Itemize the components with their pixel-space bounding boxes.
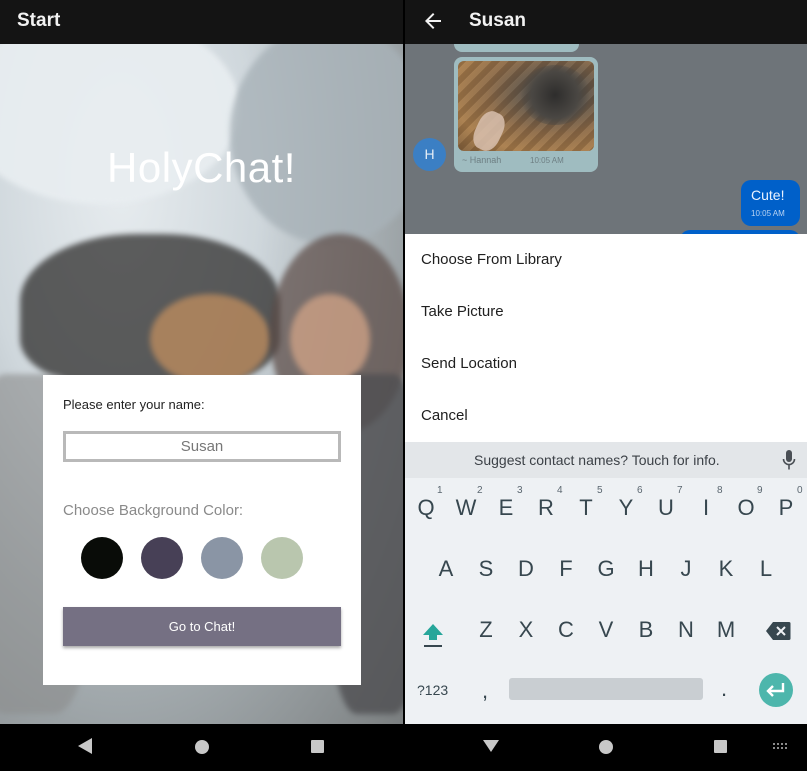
key-hint-1: 1 xyxy=(437,485,443,496)
suggestion-text[interactable]: Suggest contact names? Touch for info. xyxy=(474,452,720,468)
chat-screen: Susan ~ Hannah 10:05 AM H Cute! 10:05 AM… xyxy=(405,0,807,771)
name-label: Please enter your name: xyxy=(63,397,205,412)
key-i[interactable]: I xyxy=(691,495,721,521)
name-input[interactable] xyxy=(63,431,341,462)
key-s[interactable]: S xyxy=(471,556,501,582)
key-n[interactable]: N xyxy=(671,617,701,643)
key-y[interactable]: Y xyxy=(611,495,641,521)
key-hint-6: 6 xyxy=(637,485,643,496)
key-x[interactable]: X xyxy=(511,617,541,643)
keyboard-switch-icon[interactable] xyxy=(773,743,789,751)
soft-keyboard: Suggest contact names? Touch for info. Q… xyxy=(405,442,807,724)
key-hint-9: 9 xyxy=(757,485,763,496)
key-f[interactable]: F xyxy=(551,556,581,582)
key-g[interactable]: G xyxy=(591,556,621,582)
key-hint-8: 8 xyxy=(717,485,723,496)
key-hint-7: 7 xyxy=(677,485,683,496)
color-swatch-black[interactable] xyxy=(81,537,123,579)
key-r[interactable]: R xyxy=(531,495,561,521)
start-screen: Start HolyChat! Please enter your name: … xyxy=(0,0,403,771)
microphone-icon[interactable] xyxy=(782,449,796,471)
key-v[interactable]: V xyxy=(591,617,621,643)
key-z[interactable]: Z xyxy=(471,617,501,643)
period-key[interactable]: . xyxy=(721,676,727,702)
key-hint-5: 5 xyxy=(597,485,603,496)
action-choose-from-library[interactable]: Choose From Library xyxy=(405,234,807,286)
message-time: 10:05 AM xyxy=(751,209,785,218)
chat-title: Susan xyxy=(469,10,527,31)
app-bar: Start xyxy=(0,0,403,44)
go-to-chat-button[interactable]: Go to Chat! xyxy=(63,607,341,646)
color-swatch-purple[interactable] xyxy=(141,537,183,579)
backspace-key-icon[interactable] xyxy=(765,621,791,641)
message-sender: ~ Hannah xyxy=(462,155,502,165)
key-hint-2: 2 xyxy=(477,485,483,496)
sender-avatar[interactable]: H xyxy=(413,138,446,171)
nav-hide-keyboard-icon[interactable] xyxy=(483,740,499,752)
key-a[interactable]: A xyxy=(431,556,461,582)
message-list[interactable]: ~ Hannah 10:05 AM H Cute! 10:05 AM xyxy=(405,44,807,234)
color-swatch-sage[interactable] xyxy=(261,537,303,579)
bg-shape xyxy=(150,294,270,384)
color-label: Choose Background Color: xyxy=(63,502,244,519)
comma-key[interactable]: , xyxy=(482,678,488,704)
image-subject xyxy=(520,65,590,125)
action-sheet: Choose From Library Take Picture Send Lo… xyxy=(405,234,807,442)
enter-key[interactable] xyxy=(759,673,793,707)
app-title: HolyChat! xyxy=(107,144,296,191)
nav-recent-apps-icon[interactable] xyxy=(311,740,324,753)
action-cancel[interactable]: Cancel xyxy=(405,390,807,442)
key-hint-4: 4 xyxy=(557,485,563,496)
key-hint-3: 3 xyxy=(517,485,523,496)
key-j[interactable]: J xyxy=(671,556,701,582)
message-text: Cute! xyxy=(751,187,785,203)
message-image[interactable] xyxy=(458,61,594,151)
symbols-key[interactable]: ?123 xyxy=(417,682,448,698)
key-l[interactable]: L xyxy=(751,556,781,582)
outgoing-message[interactable]: Cute! 10:05 AM xyxy=(741,180,800,226)
key-p[interactable]: P xyxy=(771,495,801,521)
key-b[interactable]: B xyxy=(631,617,661,643)
message-bubble-partial xyxy=(454,44,579,52)
suggestion-strip[interactable]: Suggest contact names? Touch for info. xyxy=(405,442,807,478)
incoming-image-message[interactable]: ~ Hannah 10:05 AM xyxy=(454,57,598,172)
enter-icon xyxy=(766,683,785,697)
app-bar: Susan xyxy=(405,0,807,44)
bg-shape xyxy=(290,294,370,384)
space-key[interactable] xyxy=(509,678,703,700)
action-send-location[interactable]: Send Location xyxy=(405,338,807,390)
key-u[interactable]: U xyxy=(651,495,681,521)
nav-back-icon[interactable] xyxy=(78,738,92,754)
key-hint-0: 0 xyxy=(797,485,803,496)
shift-key-icon[interactable] xyxy=(421,621,445,649)
key-w[interactable]: W xyxy=(451,495,481,521)
key-q[interactable]: Q xyxy=(411,495,441,521)
back-arrow-icon[interactable] xyxy=(421,9,445,33)
nav-home-icon[interactable] xyxy=(599,740,613,754)
action-take-picture[interactable]: Take Picture xyxy=(405,286,807,338)
login-card: Please enter your name: Choose Backgroun… xyxy=(43,375,361,685)
color-swatch-gray-blue[interactable] xyxy=(201,537,243,579)
system-nav-bar xyxy=(0,724,403,771)
key-d[interactable]: D xyxy=(511,556,541,582)
screen-title: Start xyxy=(17,10,61,31)
message-time: 10:05 AM xyxy=(530,156,564,165)
key-k[interactable]: K xyxy=(711,556,741,582)
key-e[interactable]: E xyxy=(491,495,521,521)
key-c[interactable]: C xyxy=(551,617,581,643)
nav-home-icon[interactable] xyxy=(195,740,209,754)
key-h[interactable]: H xyxy=(631,556,661,582)
key-o[interactable]: O xyxy=(731,495,761,521)
nav-recent-apps-icon[interactable] xyxy=(714,740,727,753)
key-m[interactable]: M xyxy=(711,617,741,643)
key-t[interactable]: T xyxy=(571,495,601,521)
system-nav-bar xyxy=(405,724,807,771)
